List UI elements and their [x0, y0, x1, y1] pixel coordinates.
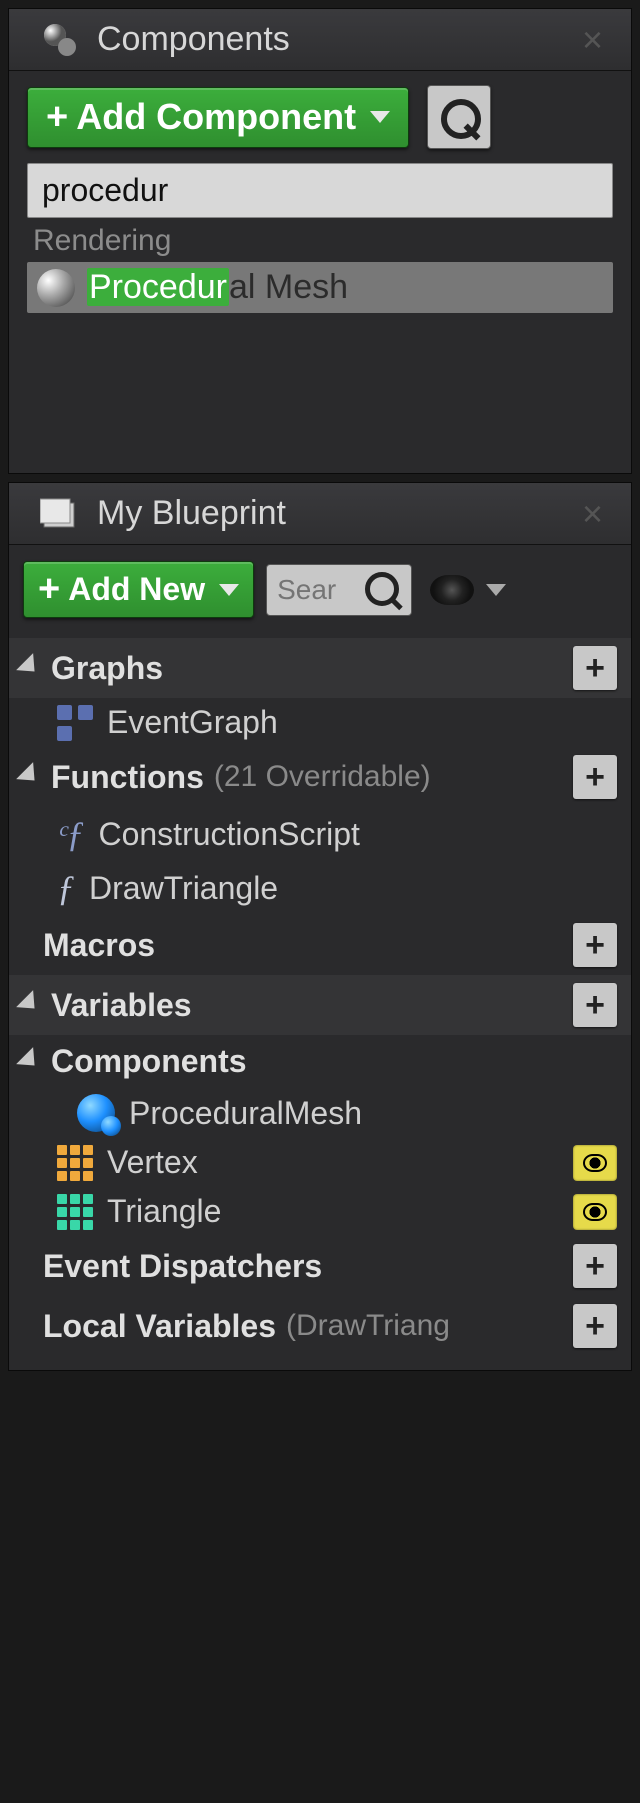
my-blueprint-panel: My Blueprint × + Add New Graphs + EventG… [8, 482, 632, 1371]
blueprint-toolbar: + Add New [9, 545, 631, 634]
section-variables-label: Variables [51, 987, 192, 1024]
section-local-variables-label: Local Variables [43, 1308, 276, 1345]
dropdown-caret-icon [370, 111, 390, 123]
components-search-toggle[interactable] [427, 85, 491, 149]
section-components-label: Components [51, 1043, 247, 1080]
section-macros-label: Macros [43, 927, 155, 964]
search-result-procedural-mesh[interactable]: Procedural Mesh [27, 262, 613, 313]
component-search-input[interactable] [27, 163, 613, 218]
dropdown-caret-icon [219, 584, 239, 596]
item-label: ProceduralMesh [129, 1095, 362, 1132]
components-tab-title: Components [97, 20, 290, 59]
add-local-variable-button[interactable]: + [573, 1304, 617, 1348]
search-icon [441, 99, 477, 135]
search-icon [365, 572, 401, 608]
add-macro-button[interactable]: + [573, 923, 617, 967]
array-var-icon [57, 1194, 93, 1230]
add-variable-button[interactable]: + [573, 983, 617, 1027]
blueprint-search[interactable] [266, 564, 412, 616]
instance-editable-toggle[interactable] [573, 1194, 617, 1230]
components-tab-header: Components × [9, 9, 631, 71]
add-graph-button[interactable]: + [573, 646, 617, 690]
add-component-button[interactable]: + Add Component [27, 87, 409, 148]
section-local-variables[interactable]: Local Variables (DrawTriang + [9, 1296, 631, 1356]
section-functions-label: Functions [51, 759, 204, 796]
instance-editable-toggle[interactable] [573, 1145, 617, 1181]
tree-item-vertex[interactable]: Vertex [9, 1138, 631, 1187]
array-var-icon [57, 1145, 93, 1181]
blueprint-tab-icon [39, 493, 81, 535]
plus-icon: + [38, 568, 60, 611]
add-component-label: Add Component [76, 96, 356, 138]
section-functions[interactable]: Functions (21 Overridable) + [9, 747, 631, 807]
plus-icon: + [46, 96, 68, 139]
section-components-group[interactable]: Components [9, 1035, 631, 1088]
eye-icon [430, 575, 474, 605]
blueprint-tab-header: My Blueprint × [9, 483, 631, 545]
blueprint-tree: Graphs + EventGraph Functions (21 Overri… [9, 634, 631, 1370]
item-label: Triangle [107, 1193, 221, 1230]
eventgraph-icon [57, 705, 93, 741]
section-graphs[interactable]: Graphs + [9, 638, 631, 698]
blueprint-tab-close[interactable]: × [582, 493, 621, 535]
tree-item-triangle[interactable]: Triangle [9, 1187, 631, 1236]
functions-note: (21 Overridable) [214, 760, 431, 794]
mesh-component-icon [37, 269, 75, 307]
tree-item-procedural-mesh[interactable]: ProceduralMesh [9, 1088, 631, 1138]
expand-arrow-icon [16, 762, 43, 789]
components-tab-close[interactable]: × [582, 19, 621, 61]
components-toolbar: + Add Component [9, 71, 631, 163]
section-macros[interactable]: Macros + [9, 915, 631, 975]
add-function-button[interactable]: + [573, 755, 617, 799]
components-panel: Components × + Add Component Rendering P… [8, 8, 632, 474]
local-variables-note: (DrawTriang [286, 1309, 450, 1343]
item-label: ConstructionScript [98, 816, 359, 853]
expand-arrow-icon [16, 990, 43, 1017]
dropdown-caret-icon [486, 584, 506, 596]
add-new-button[interactable]: + Add New [23, 561, 254, 618]
tree-item-drawtriangle[interactable]: ƒ DrawTriangle [9, 861, 631, 915]
add-event-dispatcher-button[interactable]: + [573, 1244, 617, 1288]
search-category-rendering: Rendering [9, 218, 631, 262]
item-label: Vertex [107, 1144, 198, 1181]
function-icon: ƒ [57, 867, 75, 909]
component-var-icon [77, 1094, 115, 1132]
search-result-text: Procedural Mesh [87, 268, 348, 307]
section-event-dispatchers[interactable]: Event Dispatchers + [9, 1236, 631, 1296]
components-tab-icon [39, 19, 81, 61]
expand-arrow-icon [16, 653, 43, 680]
section-variables[interactable]: Variables + [9, 975, 631, 1035]
section-graphs-label: Graphs [51, 650, 163, 687]
search-rest: al Mesh [229, 268, 348, 306]
function-icon: ᶜƒ [57, 813, 84, 855]
tree-item-eventgraph[interactable]: EventGraph [9, 698, 631, 747]
item-label: DrawTriangle [89, 870, 278, 907]
search-highlight: Procedur [87, 268, 229, 306]
expand-arrow-icon [16, 1047, 43, 1074]
tree-item-constructionscript[interactable]: ᶜƒ ConstructionScript [9, 807, 631, 861]
blueprint-tab-title: My Blueprint [97, 494, 286, 533]
view-options-button[interactable] [424, 575, 512, 605]
section-event-dispatchers-label: Event Dispatchers [43, 1248, 322, 1285]
item-label: EventGraph [107, 704, 278, 741]
blueprint-search-input[interactable] [277, 574, 357, 606]
add-new-label: Add New [68, 571, 205, 608]
